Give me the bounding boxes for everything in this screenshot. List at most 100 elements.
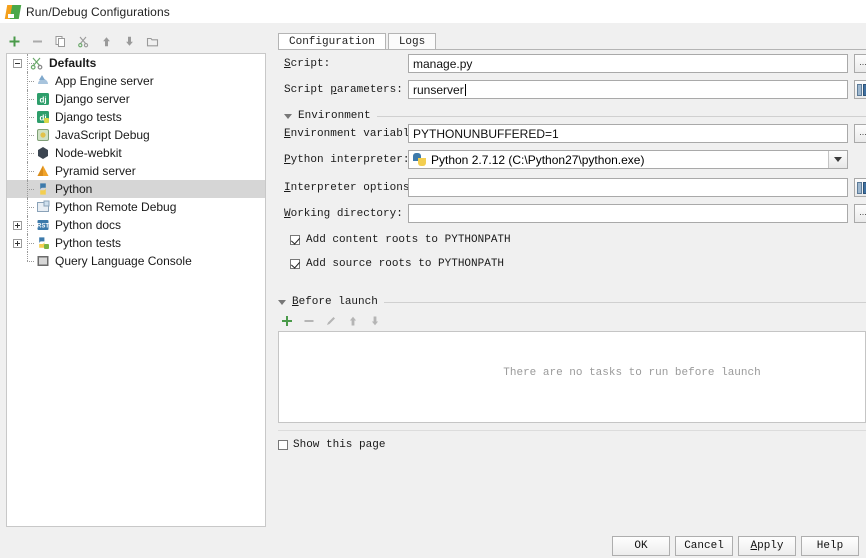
tree-item-node-webkit[interactable]: Node-webkit	[7, 144, 265, 162]
ellipsis-icon: ...	[859, 56, 866, 67]
tree-item-label: Python Remote Debug	[55, 200, 177, 214]
templates-icon	[29, 55, 45, 71]
tree-guide	[23, 90, 35, 108]
tree-guide	[23, 108, 35, 126]
environment-section-label: Environment	[298, 110, 371, 122]
expand-toggle-icon[interactable]	[11, 219, 23, 231]
show-this-page-checkbox[interactable]: Show this page	[278, 439, 385, 451]
script-parameters-value: runserver	[413, 82, 464, 97]
tree-item-django-server[interactable]: dj Django server	[7, 90, 265, 108]
tree-item-python-docs[interactable]: RST Python docs	[7, 216, 265, 234]
interpreter-options-macro-button[interactable]	[854, 178, 866, 197]
environment-section-header[interactable]: Environment	[284, 110, 866, 122]
edit-task-button[interactable]	[324, 314, 338, 328]
folder-icon[interactable]	[142, 31, 162, 51]
tree-item-label: Pyramid server	[55, 164, 136, 178]
scissors-icon[interactable]	[73, 31, 93, 51]
working-directory-input[interactable]	[408, 204, 848, 223]
field-row-script: Script: manage.py ...	[278, 54, 866, 76]
tab-logs[interactable]: Logs	[387, 33, 437, 50]
tree-item-label: App Engine server	[55, 74, 154, 88]
script-parameters-label: Script parameters:	[284, 84, 403, 96]
checkbox-box-icon[interactable]	[278, 440, 288, 450]
checkbox-box-icon[interactable]	[290, 258, 300, 269]
python-interpreter-select[interactable]: Python 2.7.12 (C:\Python27\python.exe)	[408, 150, 848, 169]
macro-icon	[857, 181, 866, 194]
field-row-interpreter-options: Interpreter options:	[278, 178, 866, 200]
tree-item-python[interactable]: Python	[7, 180, 265, 198]
tab-logs-label: Logs	[398, 36, 426, 48]
chevron-down-icon[interactable]	[278, 298, 286, 306]
environment-variables-value: PYTHONUNBUFFERED=1	[413, 126, 559, 141]
environment-variables-input[interactable]: PYTHONUNBUFFERED=1	[408, 124, 848, 143]
remove-button[interactable]	[27, 31, 47, 51]
configuration-panel: Configuration Logs Script: manage.py ...	[272, 28, 866, 528]
collapse-toggle-icon[interactable]	[11, 57, 23, 69]
before-launch-tasks-list[interactable]: There are no tasks to run before launch	[278, 331, 866, 423]
field-row-working-directory: Working directory: ...	[278, 204, 866, 226]
svg-text:dj: dj	[39, 96, 46, 105]
add-source-roots-checkbox[interactable]: Add source roots to PYTHONPATH	[278, 254, 866, 273]
tree-guide	[23, 180, 35, 198]
configurations-tree[interactable]: Defaults App Engine server dj Django ser…	[6, 53, 266, 527]
tree-item-pyramid-server[interactable]: Pyramid server	[7, 162, 265, 180]
script-parameters-macro-button[interactable]	[854, 80, 866, 99]
tree-item-app-engine-server[interactable]: App Engine server	[7, 72, 265, 90]
chevron-down-icon[interactable]	[284, 112, 292, 120]
ellipsis-icon: ...	[859, 126, 866, 137]
python-docs-icon: RST	[35, 217, 51, 233]
expand-toggle-icon[interactable]	[11, 237, 23, 249]
add-source-roots-label: Add source roots to PYTHONPATH	[306, 257, 505, 270]
tree-guide	[23, 252, 35, 270]
tree-item-javascript-debug[interactable]: JavaScript Debug	[7, 126, 265, 144]
checkbox-box-icon[interactable]	[290, 234, 300, 245]
remove-task-button[interactable]	[302, 314, 316, 328]
run-debug-configurations-dialog: Run/Debug Configurations Defaults App En…	[0, 0, 866, 558]
interpreter-options-input[interactable]	[408, 178, 848, 197]
tree-item-label: Python tests	[55, 236, 122, 250]
working-directory-browse-button[interactable]: ...	[854, 204, 866, 223]
tree-item-python-tests[interactable]: Python tests	[7, 234, 265, 252]
django-icon: dj	[35, 91, 51, 107]
query-console-icon	[35, 253, 51, 269]
tree-item-label: Django server	[55, 92, 130, 106]
arrow-up-icon[interactable]	[96, 31, 116, 51]
move-task-up-button[interactable]	[346, 314, 360, 328]
tree-root-defaults[interactable]: Defaults	[7, 54, 265, 72]
before-launch-section-header[interactable]: Before launch	[278, 296, 866, 308]
tab-configuration-label: Configuration	[289, 36, 375, 48]
chevron-down-icon[interactable]	[828, 151, 847, 168]
environment-variables-browse-button[interactable]: ...	[854, 124, 866, 143]
apply-button[interactable]: Apply	[738, 536, 796, 556]
ok-button-label: OK	[634, 540, 648, 552]
cancel-button[interactable]: Cancel	[675, 536, 733, 556]
tab-configuration[interactable]: Configuration	[278, 33, 386, 50]
tree-guide	[23, 72, 35, 90]
tree-item-query-language-console[interactable]: Query Language Console	[7, 252, 265, 270]
remote-debug-icon	[35, 199, 51, 215]
environment-fields: Environment variables: PYTHONUNBUFFERED=…	[278, 124, 866, 273]
ok-button[interactable]: OK	[612, 536, 670, 556]
add-content-roots-checkbox[interactable]: Add content roots to PYTHONPATH	[278, 230, 866, 249]
add-button[interactable]	[4, 31, 24, 51]
script-input[interactable]: manage.py	[408, 54, 848, 73]
svg-text:RST: RST	[37, 224, 49, 230]
script-value: manage.py	[413, 56, 473, 71]
text-caret	[464, 83, 466, 96]
add-task-button[interactable]	[280, 314, 294, 328]
pycharm-icon	[4, 4, 22, 19]
move-task-down-button[interactable]	[368, 314, 382, 328]
script-parameters-input[interactable]: runserver	[408, 80, 848, 99]
javascript-debug-icon	[35, 127, 51, 143]
arrow-down-icon[interactable]	[119, 31, 139, 51]
tree-guide	[23, 126, 35, 144]
copy-icon[interactable]	[50, 31, 70, 51]
script-browse-button[interactable]: ...	[854, 54, 866, 73]
tree-item-django-tests[interactable]: dj Django tests	[7, 108, 265, 126]
configurations-toolbar	[4, 30, 266, 52]
dialog-button-bar: OK Cancel Apply Help	[0, 534, 866, 558]
help-button[interactable]: Help	[801, 536, 859, 556]
cancel-button-label: Cancel	[684, 540, 724, 552]
tree-item-python-remote-debug[interactable]: Python Remote Debug	[7, 198, 265, 216]
